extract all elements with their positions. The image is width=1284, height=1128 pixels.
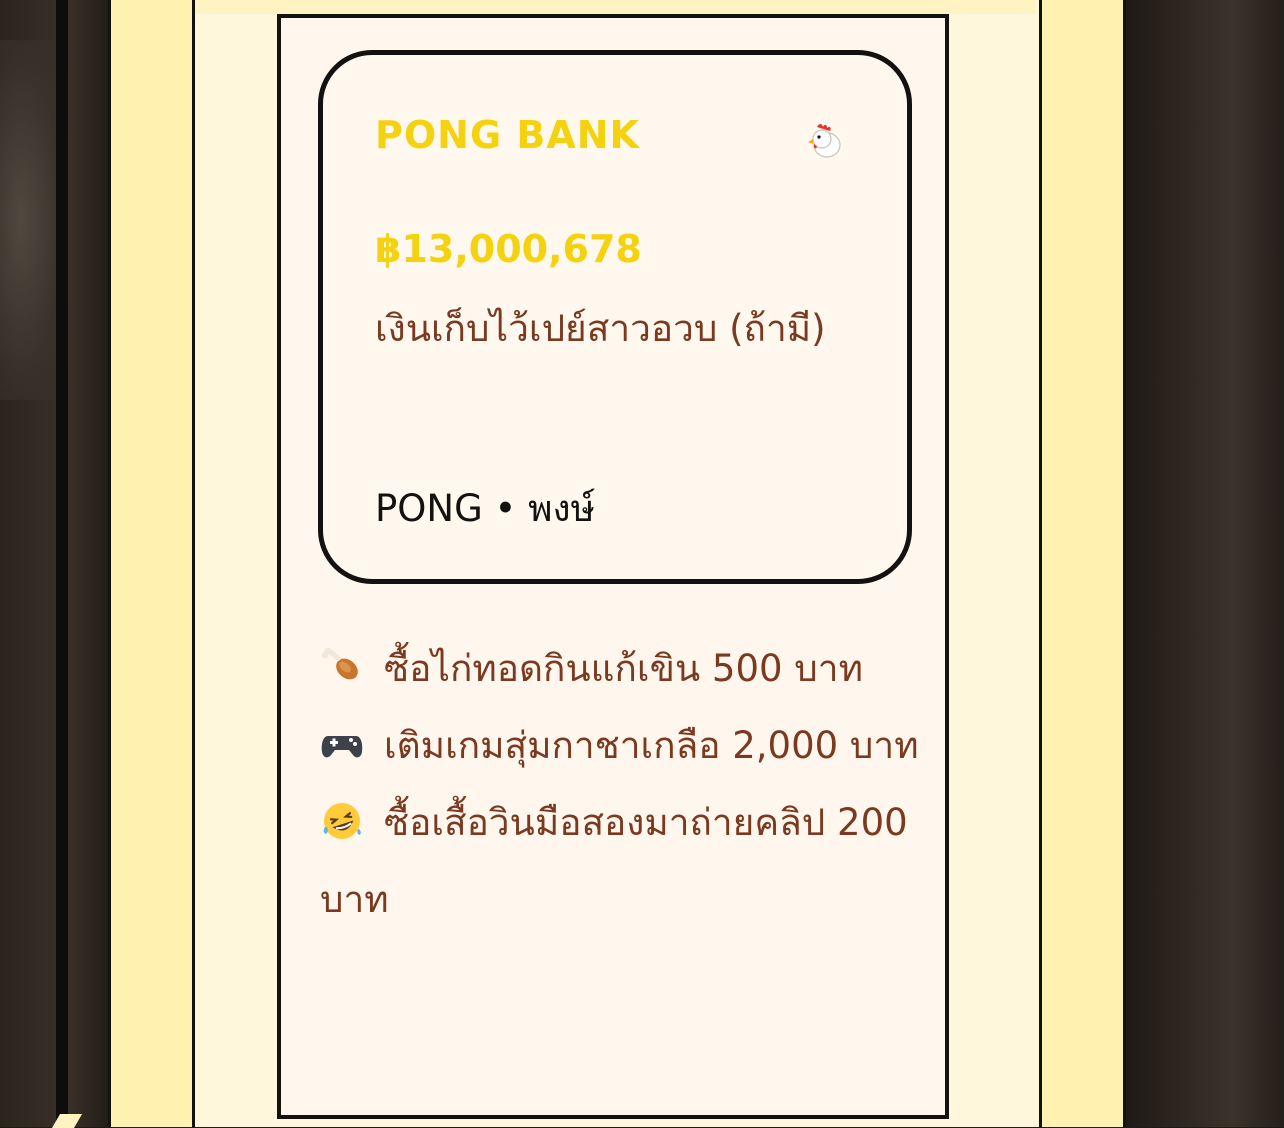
expense-text: เติมเกมสุ่มกาชาเกลือ 2,000 บาท bbox=[384, 724, 919, 767]
laughing-face-icon bbox=[323, 803, 361, 839]
frame-top-strip bbox=[195, 0, 1036, 14]
list-item: ซื้อไก่ทอดกินแก้เขิน 500 บาท bbox=[320, 630, 920, 707]
list-item: ซื้อเสื้อวินมือสองมาถ่ายคลิป 200 บาท bbox=[320, 784, 920, 938]
account-owner: PONG • พงษ์ bbox=[375, 487, 595, 530]
background-right bbox=[1114, 0, 1284, 1127]
gamepad-icon bbox=[321, 736, 363, 758]
background-rail bbox=[56, 0, 68, 1127]
expense-text: ซื้อเสื้อวินมือสองมาถ่ายคลิป 200 บาท bbox=[320, 801, 908, 921]
account-description: เงินเก็บไว้เปย์สาวอวบ (ถ้ามี) bbox=[375, 307, 826, 350]
bank-name: PONG BANK bbox=[375, 113, 640, 157]
list-item: เติมเกมสุ่มกาชาเกลือ 2,000 บาท bbox=[320, 707, 920, 784]
bank-card[interactable]: PONG BANK ฿13,000,678 เงินเก็บไว้เปย์สาว… bbox=[318, 50, 912, 584]
drumstick-icon bbox=[321, 647, 358, 680]
expense-text: ซื้อไก่ทอดกินแก้เขิน 500 บาท bbox=[384, 647, 863, 690]
expense-list: ซื้อไก่ทอดกินแก้เขิน 500 บาท เติมเกมสุ่ม… bbox=[320, 630, 920, 938]
balance-amount: ฿13,000,678 bbox=[375, 227, 642, 271]
chicken-icon bbox=[808, 124, 841, 158]
